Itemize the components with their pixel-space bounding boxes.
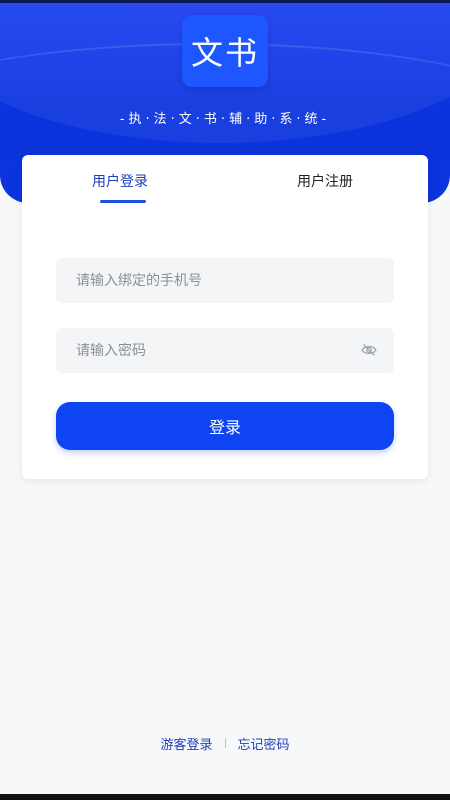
guest-login-link[interactable]: 游客登录 xyxy=(160,734,212,753)
phone-field xyxy=(56,258,394,303)
tab-register[interactable]: 用户注册 xyxy=(297,171,353,191)
tab-login[interactable]: 用户登录 xyxy=(92,171,148,191)
app-logo-text: 文书 xyxy=(190,34,259,72)
password-field xyxy=(56,328,394,373)
phone-input[interactable] xyxy=(56,258,346,303)
forgot-password-link[interactable]: 忘记密码 xyxy=(238,734,290,753)
footer-divider xyxy=(224,738,226,748)
login-button[interactable]: 登录 xyxy=(56,402,394,450)
active-tab-indicator xyxy=(100,200,146,203)
footer-links: 游客登录 忘记密码 xyxy=(0,733,450,753)
eye-off-icon[interactable] xyxy=(361,343,377,357)
app-logo: 文书 xyxy=(182,15,268,87)
app-subtitle: -执·法·文·书·辅·助·系·统- xyxy=(119,112,331,127)
login-card: 用户登录 用户注册 登录 xyxy=(22,155,428,479)
navigation-bar xyxy=(0,794,450,800)
password-input[interactable] xyxy=(56,328,346,373)
